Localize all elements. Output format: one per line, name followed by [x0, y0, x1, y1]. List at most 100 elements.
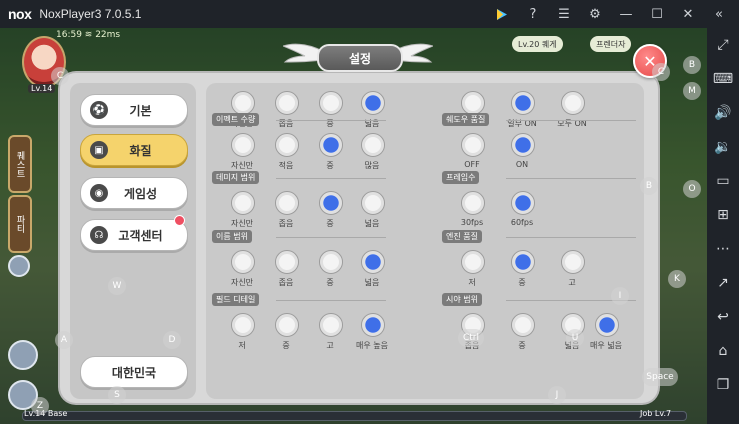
top-pill-friend[interactable]: 프렌더자: [590, 36, 632, 52]
left-option-radio[interactable]: [361, 91, 385, 115]
right-option-radio[interactable]: [511, 191, 535, 215]
left-option-radio[interactable]: [275, 250, 299, 274]
screen-icon[interactable]: ▭: [707, 164, 739, 198]
left-option-label: 매우 높음: [356, 341, 388, 350]
close-icon[interactable]: ✕: [677, 0, 699, 28]
exp-bar: [22, 411, 687, 421]
skill-button[interactable]: [8, 340, 38, 370]
left-option-radio[interactable]: [319, 250, 343, 274]
section-divider: [276, 120, 386, 121]
soccer-ball-icon: ⚽: [90, 101, 108, 119]
key-hint-k: K: [668, 270, 686, 288]
apk-install-icon[interactable]: ⊞: [707, 198, 739, 232]
left-option-radio[interactable]: [231, 91, 255, 115]
left-option-radio[interactable]: [319, 91, 343, 115]
key-hint-b2: B: [640, 177, 658, 195]
home-icon[interactable]: ⌂: [707, 334, 739, 368]
gear-icon[interactable]: ⚙: [584, 0, 606, 28]
fullscreen-icon[interactable]: ⤢: [707, 28, 739, 62]
external-icon[interactable]: ↗: [707, 266, 739, 300]
right-section-title: 엔진 품질: [442, 230, 482, 243]
right-option-radio[interactable]: [561, 91, 585, 115]
left-option-radio[interactable]: [319, 191, 343, 215]
key-hint-i: I: [611, 287, 629, 305]
right-option-radio[interactable]: [461, 133, 485, 157]
back-icon[interactable]: ↩: [707, 300, 739, 334]
key-hint-j: J: [548, 386, 566, 404]
left-option-radio[interactable]: [319, 313, 343, 337]
right-section-title: 시야 범위: [442, 293, 482, 306]
right-option-label: 30fps: [460, 218, 484, 227]
play-store-icon[interactable]: [491, 0, 513, 28]
left-option-radio[interactable]: [275, 91, 299, 115]
left-option-radio[interactable]: [231, 191, 255, 215]
right-option-radio[interactable]: [461, 250, 485, 274]
section-divider: [506, 178, 636, 179]
minimize-icon[interactable]: —: [615, 0, 637, 28]
right-option-radio[interactable]: [511, 250, 535, 274]
right-option-radio[interactable]: [511, 91, 535, 115]
help-icon[interactable]: ?: [522, 0, 544, 28]
right-option-label: 중: [518, 278, 526, 287]
key-hint-d: D: [163, 331, 181, 349]
gamepad-icon: ◉: [90, 184, 108, 202]
menu-graphics-button[interactable]: ▣ 화질: [80, 134, 188, 166]
keyboard-icon[interactable]: ⌨: [707, 62, 739, 96]
menu-basic-button[interactable]: ⚽ 기본: [80, 94, 188, 126]
dialog-title: 설정: [317, 44, 403, 72]
emulator-sidebar: ⤢ ⌨ 🔊 🔉 ▭ ⊞ ⋯ ↗ ↩ ⌂ ❐: [707, 28, 739, 424]
key-hint-c2: C: [652, 63, 670, 81]
key-hint-u: U: [566, 329, 584, 347]
more-icon[interactable]: ⋯: [707, 232, 739, 266]
left-option-radio[interactable]: [231, 133, 255, 157]
section-divider: [276, 178, 386, 179]
right-option-label: 매우 넓음: [590, 341, 622, 350]
right-option-radio[interactable]: [461, 191, 485, 215]
right-option-radio[interactable]: [461, 91, 485, 115]
key-hint-w: W: [108, 277, 126, 295]
image-icon: ▣: [90, 141, 108, 159]
menu-gameplay-button[interactable]: ◉ 게임성: [80, 177, 188, 209]
key-hint-space: Space: [642, 368, 678, 386]
key-hint-ctrl: Ctrl: [458, 329, 484, 347]
left-option-label: 좁음: [278, 219, 294, 228]
country-select-button[interactable]: 대한민국: [80, 356, 188, 388]
left-option-radio[interactable]: [275, 191, 299, 215]
left-option-radio[interactable]: [231, 250, 255, 274]
recent-apps-icon[interactable]: ❐: [707, 368, 739, 402]
top-pill-quest[interactable]: Lv.20 퀘게: [512, 36, 563, 52]
left-option-label: 저: [238, 341, 246, 350]
right-option-label: 중: [518, 341, 526, 350]
volume-down-icon[interactable]: 🔉: [707, 130, 739, 164]
party-tab[interactable]: 파티: [8, 195, 32, 253]
left-option-radio[interactable]: [361, 250, 385, 274]
collapse-arrow-icon[interactable]: [8, 255, 30, 277]
left-option-radio[interactable]: [361, 133, 385, 157]
left-option-radio[interactable]: [275, 133, 299, 157]
maximize-icon[interactable]: ☐: [646, 0, 668, 28]
left-option-label: 넓음: [364, 219, 380, 228]
left-option-radio[interactable]: [361, 313, 385, 337]
section-divider: [506, 120, 636, 121]
volume-up-icon[interactable]: 🔊: [707, 96, 739, 130]
notification-dot: [174, 215, 185, 226]
quest-tab[interactable]: 퀘스트: [8, 135, 32, 193]
left-option-radio[interactable]: [275, 313, 299, 337]
left-option-label: 자신만: [230, 161, 254, 170]
key-hint-s: S: [108, 386, 126, 404]
collapse-sidebar-icon[interactable]: «: [708, 0, 730, 28]
left-option-radio[interactable]: [319, 133, 343, 157]
menu-icon[interactable]: ☰: [553, 0, 575, 28]
right-option-radio[interactable]: [595, 313, 619, 337]
left-section-title: 이름 범위: [212, 230, 252, 243]
right-option-radio[interactable]: [511, 313, 535, 337]
left-option-radio[interactable]: [231, 313, 255, 337]
key-hint-b: B: [683, 56, 701, 74]
left-option-radio[interactable]: [361, 191, 385, 215]
left-option-label: 중: [282, 341, 290, 350]
status-text: 16:59 ≋ 22ms: [56, 30, 121, 40]
menu-support-button[interactable]: ☊ 고객센터: [80, 219, 188, 251]
right-option-radio[interactable]: [511, 133, 535, 157]
right-option-radio[interactable]: [561, 250, 585, 274]
right-section-title: 쉐도우 품질: [442, 113, 490, 126]
